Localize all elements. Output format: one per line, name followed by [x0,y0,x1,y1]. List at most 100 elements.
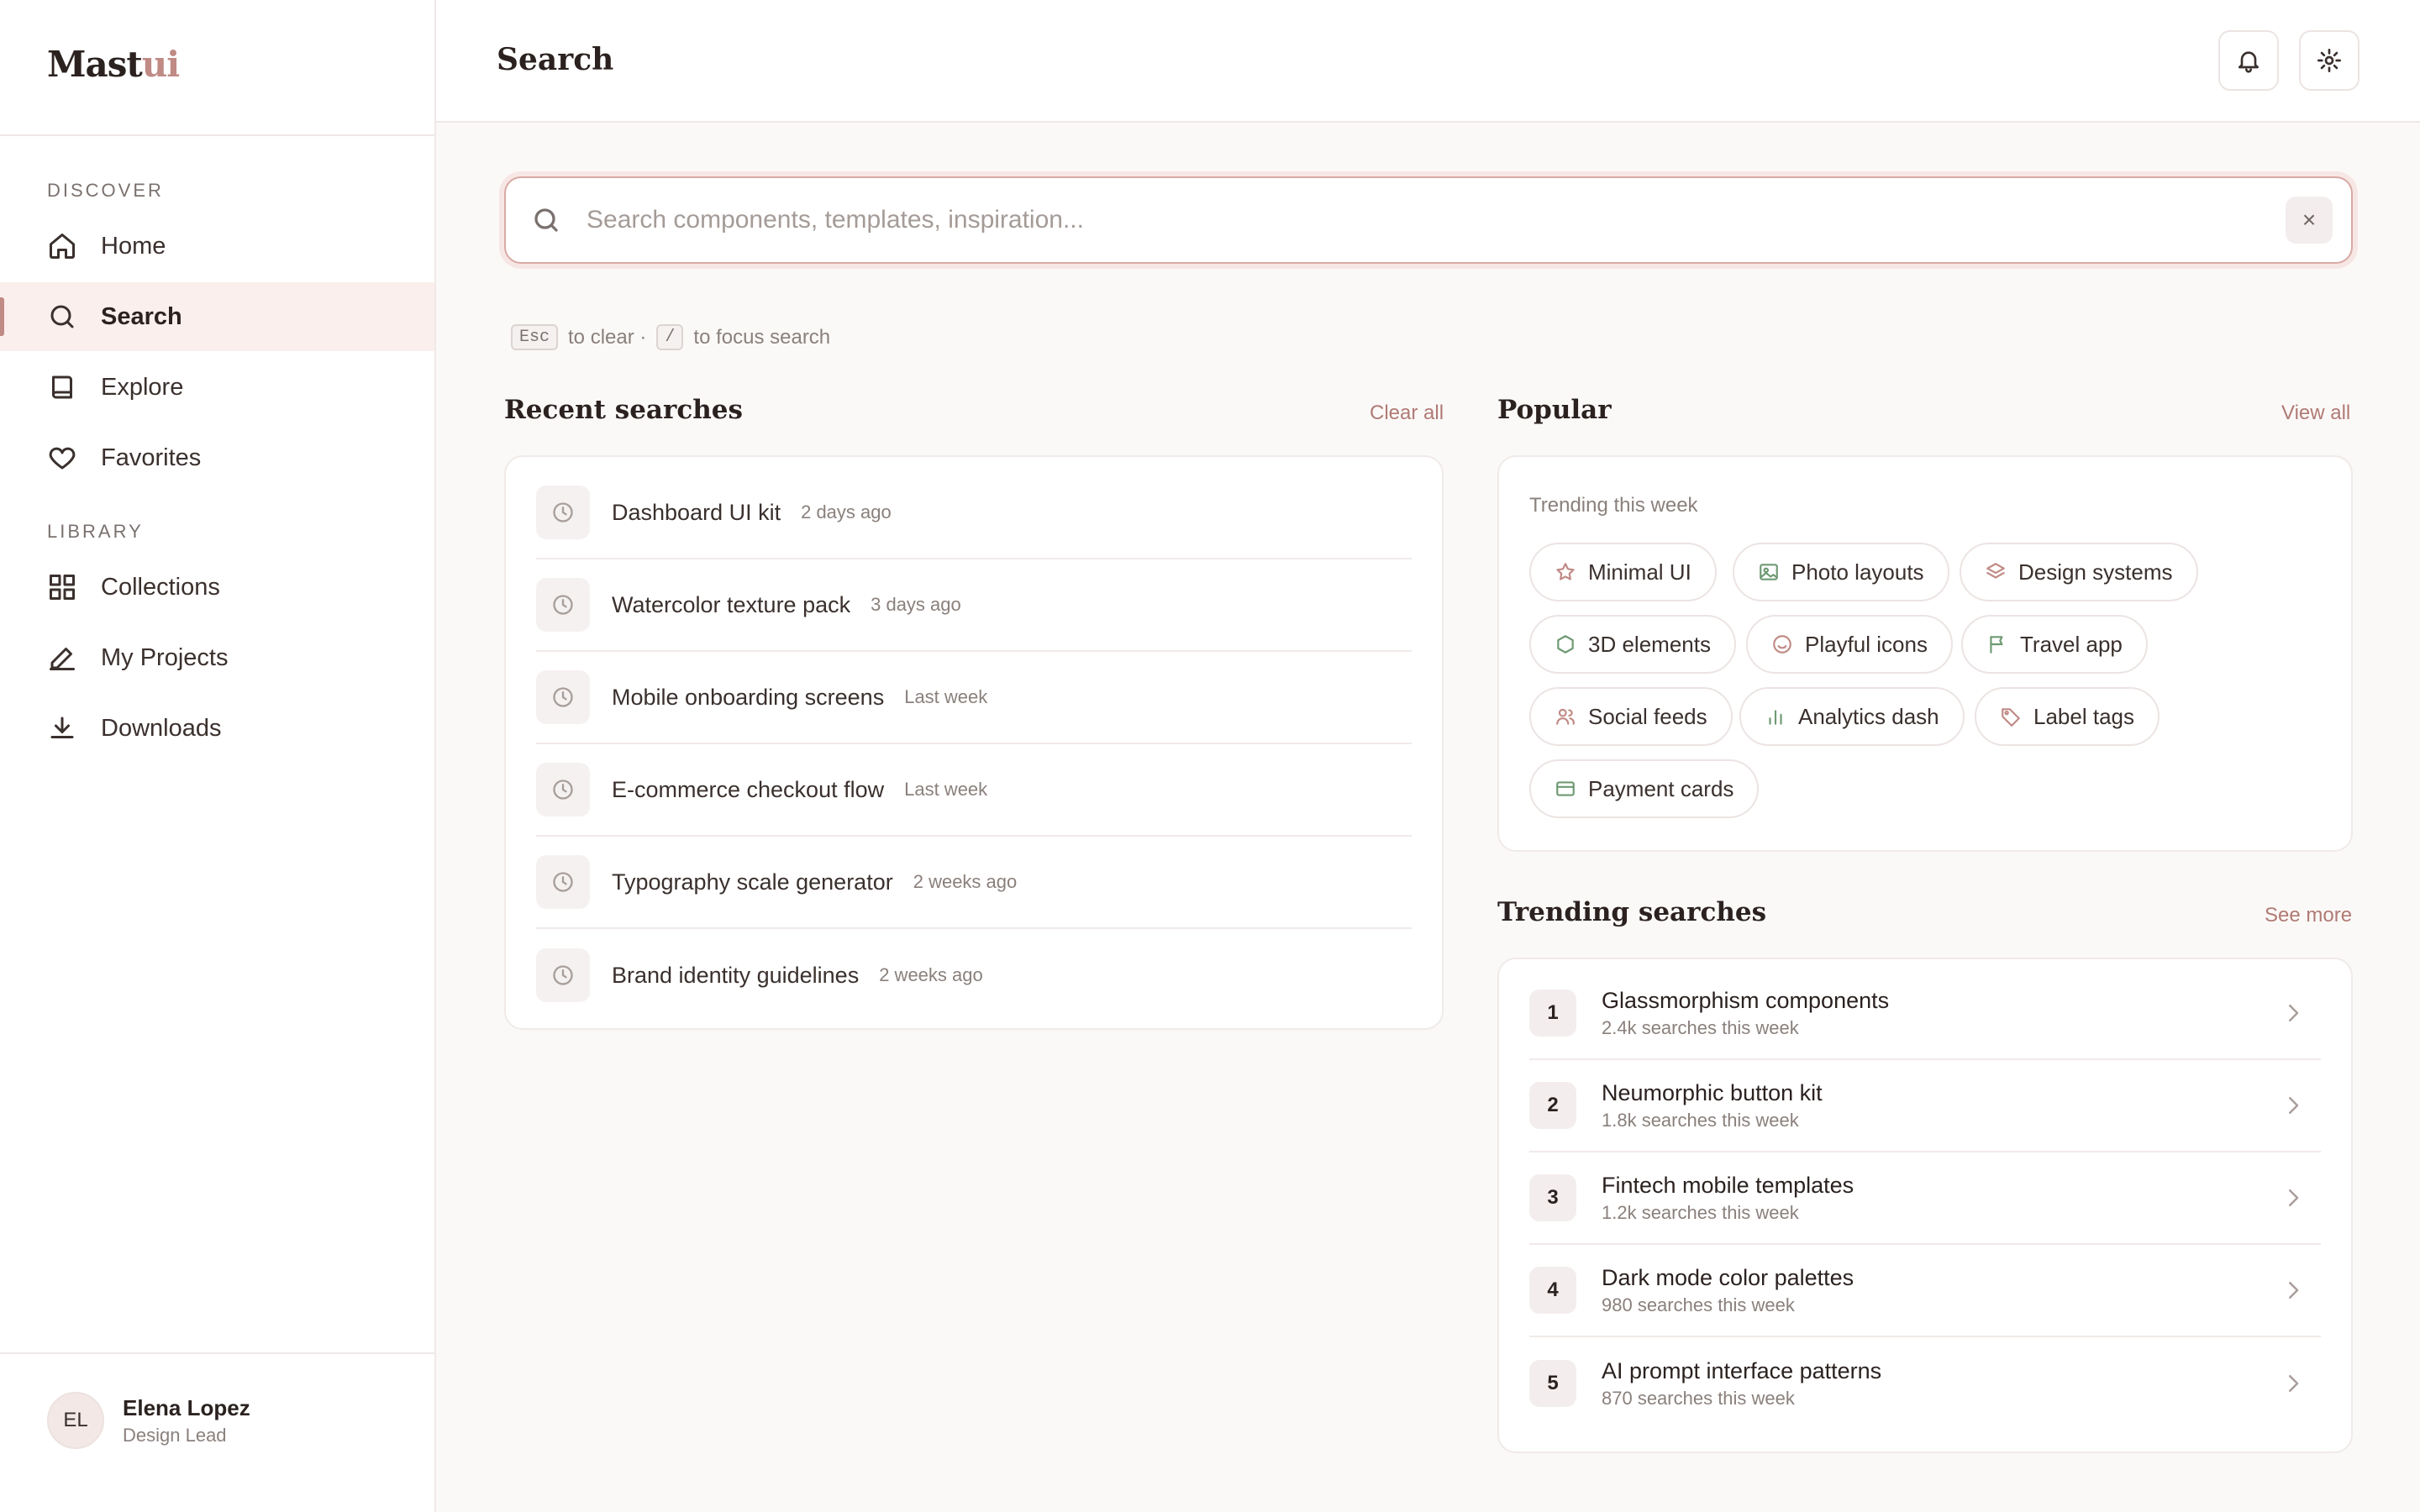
chip-design-systems[interactable]: Design systems [1960,543,2198,601]
clock-icon [536,855,590,909]
sidebar-item-favorites[interactable]: Favorites [0,423,434,492]
sidebar-item-my-projects[interactable]: My Projects [0,623,434,692]
trending-item[interactable]: 4 Dark mode color palettes 980 searches … [1529,1245,2321,1337]
chip-label: Design systems [2018,559,2173,585]
chip-playful-icons[interactable]: Playful icons [1746,615,1953,674]
sidebar-item-label: Home [101,232,166,260]
chip-payment-cards[interactable]: Payment cards [1529,759,1760,818]
sidebar: Mastui DISCOVER Home Search Explore Favo… [0,0,436,1512]
clock-icon [536,763,590,816]
flag-icon [1990,636,2003,654]
recent-time: 3 days ago [871,594,961,615]
sidebar-item-label: Collections [101,573,220,601]
chip-label: Label tags [2033,703,2134,729]
notifications-button[interactable] [2218,30,2279,91]
avatar: EL [47,1392,104,1449]
chip-label: Minimal UI [1588,559,1691,585]
page-title: Search [497,42,614,77]
sidebar-item-label: Explore [101,373,184,401]
header: Search [436,0,2420,123]
trending-text: Dark mode color palettes 980 searches th… [1602,1265,2281,1316]
user-info: Elena Lopez Design Lead [123,1395,250,1446]
settings-button[interactable] [2299,30,2360,91]
chip-label-tags[interactable]: Label tags [1975,687,2160,746]
chip-label: Travel app [2020,631,2123,657]
chevron-right-icon [2289,1005,2299,1021]
gear-icon [2317,49,2341,72]
clear-search-button[interactable]: × [2286,197,2333,244]
slash-key-hint: / [656,324,684,350]
trending-name: Neumorphic button kit [1602,1079,1823,1105]
see-more-link[interactable]: See more [2265,904,2352,927]
view-all-link[interactable]: View all [2281,402,2350,425]
sidebar-item-downloads[interactable]: Downloads [0,694,434,763]
list-item[interactable]: E-commerce checkout flow Last week [536,744,1412,837]
chip-label: Payment cards [1588,775,1734,801]
logo-area: Mastui [0,0,434,136]
popular-subtitle: Trending this week [1529,494,1698,517]
recent-searches-title: Recent searches [504,395,743,425]
chevron-right-icon [2289,1282,2299,1299]
image-icon [1760,564,1778,580]
rank-badge: 5 [1529,1360,1576,1407]
list-item[interactable]: Typography scale generator 2 weeks ago [536,837,1412,929]
search-icon [50,305,74,328]
recent-query: Watercolor texture pack [612,591,851,617]
search-box: × [504,176,2353,264]
list-item[interactable]: Dashboard UI kit 2 days ago [536,467,1412,559]
trending-name: AI prompt interface patterns [1602,1357,1882,1383]
tag-icon [2002,708,2020,727]
book-icon [52,375,72,399]
popular-title: Popular [1497,395,1612,425]
trending-item[interactable]: 1 Glassmorphism components 2.4k searches… [1529,968,2321,1060]
home-icon [50,234,75,259]
rank-badge: 2 [1529,1082,1576,1129]
chip-3d-elements[interactable]: 3D elements [1529,615,1736,674]
trending-count: 1.2k searches this week [1602,1201,1799,1223]
trending-item[interactable]: 3 Fintech mobile templates 1.2k searches… [1529,1152,2321,1245]
trending-text: Neumorphic button kit 1.8k searches this… [1602,1080,2281,1131]
chevron-right-icon [2289,1097,2299,1114]
chip-travel-app[interactable]: Travel app [1961,615,2148,674]
recent-time: Last week [904,686,988,707]
rank-badge: 4 [1529,1267,1576,1314]
users-icon [1556,708,1575,725]
sidebar-item-collections[interactable]: Collections [0,553,434,622]
clock-icon [536,670,590,724]
sidebar-item-label: My Projects [101,643,229,671]
pen-icon [50,648,75,670]
list-item[interactable]: Brand identity guidelines 2 weeks ago [536,929,1412,1021]
recent-query: E-commerce checkout flow [612,776,885,802]
list-item[interactable]: Mobile onboarding screens Last week [536,652,1412,744]
chip-photo-layouts[interactable]: Photo layouts [1733,543,1949,601]
download-icon [50,717,74,738]
clear-all-link[interactable]: Clear all [1370,402,1444,425]
sidebar-item-label: Favorites [101,444,202,471]
logo[interactable]: Mastui [47,44,180,85]
recent-searches-card: Dashboard UI kit 2 days ago Watercolor t… [504,455,1444,1030]
sidebar-item-explore[interactable]: Explore [0,353,434,422]
trending-searches-card: 1 Glassmorphism components 2.4k searches… [1497,958,2353,1453]
rank-badge: 1 [1529,990,1576,1037]
chip-analytics-dash[interactable]: Analytics dash [1739,687,1965,746]
list-item[interactable]: Watercolor texture pack 3 days ago [536,559,1412,652]
trending-item[interactable]: 5 AI prompt interface patterns 870 searc… [1529,1337,2321,1430]
chevron-right-icon [2289,1189,2299,1206]
chip-minimal-ui[interactable]: Minimal UI [1529,543,1717,601]
user-profile[interactable]: EL Elena Lopez Design Lead [0,1352,434,1512]
credit-card-icon [1556,781,1575,796]
sidebar-item-search[interactable]: Search [0,282,434,351]
search-input[interactable] [587,206,2286,234]
recent-query: Typography scale generator [612,869,893,895]
hexagon-icon [1557,635,1574,654]
heart-icon [49,447,76,470]
trending-name: Glassmorphism components [1602,987,1890,1013]
bell-icon [2238,51,2259,73]
hint-text-focus: to focus search [693,325,831,349]
section-label-discover: DISCOVER [47,180,164,201]
trending-item[interactable]: 2 Neumorphic button kit 1.8k searches th… [1529,1060,2321,1152]
chip-social-feeds[interactable]: Social feeds [1529,687,1733,746]
sidebar-item-home[interactable]: Home [0,212,434,281]
recent-time: 2 weeks ago [913,871,1018,892]
chip-label: Photo layouts [1791,559,1924,585]
